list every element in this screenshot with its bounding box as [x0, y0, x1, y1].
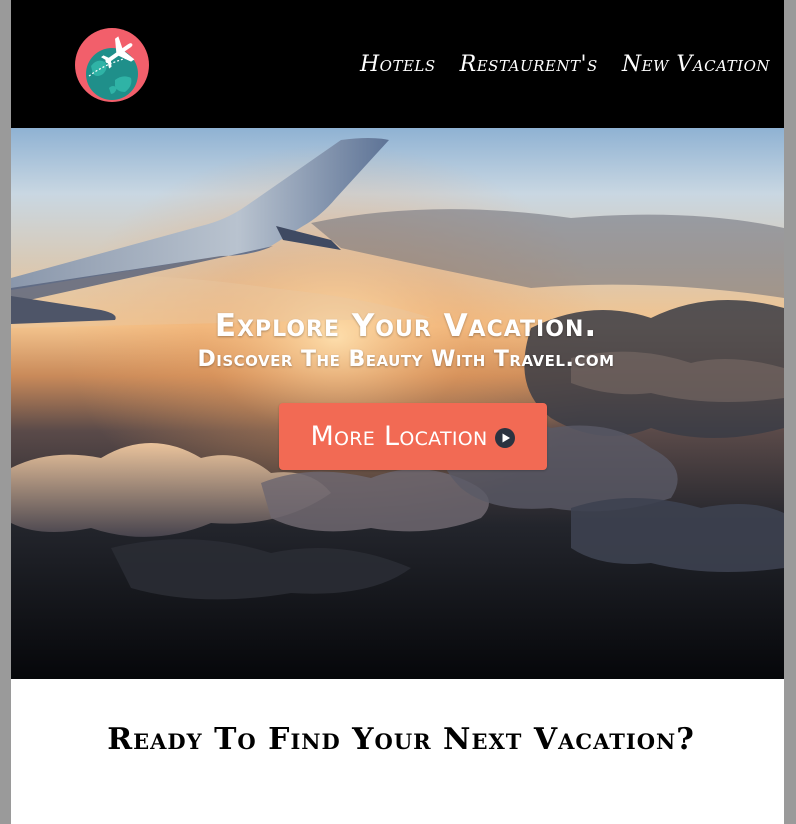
nav-hotels-link[interactable]: Hotels: [360, 52, 436, 77]
nav-new-vacation-link[interactable]: New Vacation: [622, 52, 770, 77]
play-circle-icon: [494, 427, 516, 449]
nav-restaurents-link[interactable]: Restaurent's: [460, 52, 598, 77]
main-nav: Hotels Restaurent's New Vacation: [360, 52, 770, 77]
hero-title: Explore Your Vacation.: [214, 308, 598, 344]
globe-airplane-logo-icon[interactable]: [75, 28, 149, 102]
more-location-label: More Location: [310, 421, 488, 452]
hero-banner: Explore Your Vacation. Discover The Beau…: [11, 128, 784, 679]
hero-subtitle: Discover The Beauty With Travel.com: [197, 347, 615, 372]
site-header: Hotels Restaurent's New Vacation: [11, 0, 784, 128]
section-heading: Ready To Find Your Next Vacation?: [107, 722, 695, 757]
more-location-button[interactable]: More Location: [279, 403, 547, 470]
page: Hotels Restaurent's New Vacation Explore…: [11, 0, 784, 824]
